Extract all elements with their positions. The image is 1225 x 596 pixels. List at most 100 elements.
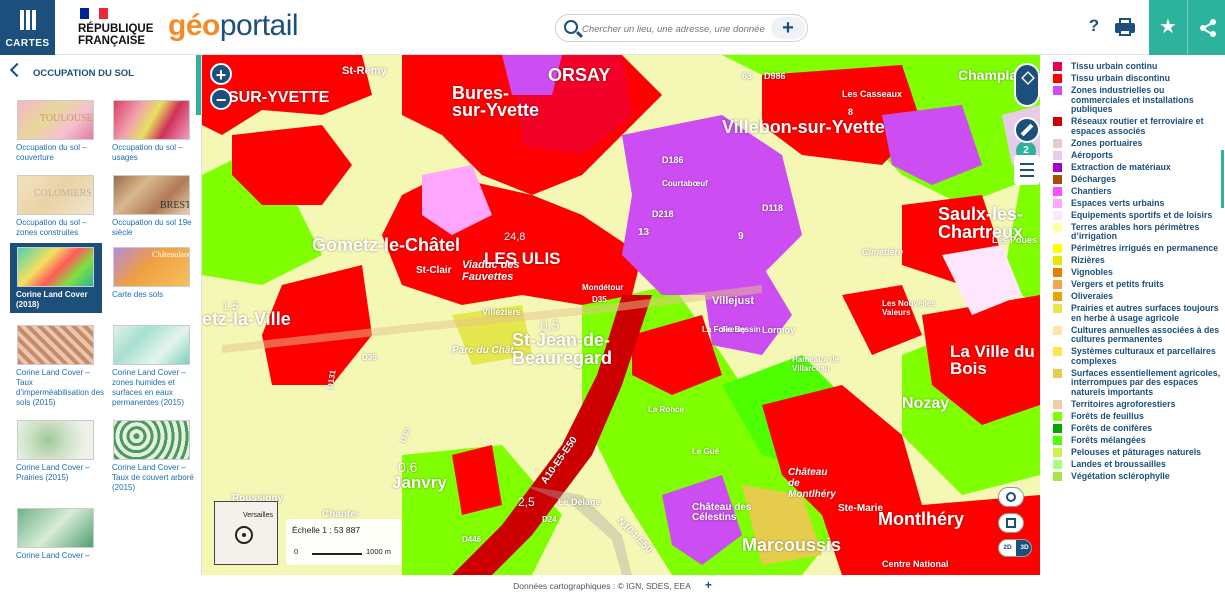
- legend-swatch: [1053, 174, 1062, 184]
- 2d-button[interactable]: 2D: [999, 540, 1016, 556]
- legend-label: Cultures annuelles associées à des cultu…: [1071, 324, 1220, 344]
- view-mode-toggle[interactable]: 2D 3D: [998, 539, 1032, 557]
- scale-distance: 1000 m: [366, 547, 392, 556]
- help-button[interactable]: ?: [1084, 16, 1104, 40]
- sidebar-header[interactable]: OCCUPATION DU SOL: [0, 55, 201, 93]
- thumb-corine-prairies[interactable]: Corine Land Cover – Prairies (2015): [14, 420, 106, 483]
- thumb-corine-impermeabilisation[interactable]: Corine Land Cover – Taux d’imperméabilis…: [14, 325, 106, 408]
- thumb-occupation-19e[interactable]: BREST Occupation du sol 19e siècle: [110, 175, 201, 238]
- attribution-text: Données cartographiques : © IGN, SDES, E…: [513, 581, 691, 591]
- republique-francaise-logo[interactable]: RÉPUBLIQUE FRANÇAISE: [78, 6, 158, 50]
- map-place-label: St-Clair: [416, 265, 452, 276]
- map-place-label: Villejust: [712, 295, 754, 307]
- map-place-label: Mondétour: [582, 283, 624, 292]
- legend-label: Décharges: [1071, 173, 1116, 184]
- 3d-button[interactable]: 3D: [1016, 540, 1031, 556]
- map-place-label: Château des Célestins: [692, 502, 752, 523]
- thumb-zones-construites[interactable]: COLOMIERS Occupation du sol – zones cons…: [14, 175, 106, 238]
- thumb-caption: Corine Land Cover – Taux de couvert arbo…: [112, 463, 194, 492]
- thumb-caption: Carte des sols: [112, 290, 164, 299]
- legend-item: Extraction de matériaux: [1052, 161, 1224, 173]
- menu-button[interactable]: CARTES: [0, 0, 55, 55]
- legend-item: Tissu urbain continu: [1052, 61, 1224, 72]
- legend-swatch: [1053, 210, 1062, 220]
- legend-swatch: [1053, 459, 1062, 469]
- map-road-number: D446: [462, 535, 482, 544]
- legend-item: Zones portuaires: [1052, 138, 1224, 149]
- legend-label: Aéroports: [1071, 149, 1114, 160]
- legend-label: Forêts de conifères: [1071, 422, 1153, 433]
- map-place-label: Parc du Chât.: [452, 345, 517, 356]
- legend-label: Réseaux routier et ferroviaire et espace…: [1071, 116, 1204, 136]
- map-place-label: La Ville du Bois: [950, 342, 1035, 378]
- thumb-occupation-couverture[interactable]: TOULOUSE Occupation du sol – couverture: [14, 100, 106, 163]
- wrench-icon: [1020, 123, 1034, 137]
- legend-item: Zones industrielles ou commerciales et i…: [1052, 85, 1224, 115]
- fullscreen-button[interactable]: [998, 513, 1024, 533]
- zoom-out-button[interactable]: −: [210, 88, 232, 110]
- legend-swatch: [1053, 292, 1062, 301]
- map-place-label: Château de Montlhéry: [788, 467, 836, 500]
- geoportail-logo[interactable]: géoportail: [168, 9, 299, 42]
- thumb-caption: Occupation du sol – usages: [112, 143, 183, 162]
- logo-accent: géo: [168, 9, 220, 42]
- map-road-number: D24: [542, 515, 557, 524]
- legend-swatch: [1053, 222, 1062, 232]
- search-bar[interactable]: +: [555, 14, 808, 42]
- legend-swatch: [1053, 347, 1062, 356]
- geolocate-button[interactable]: [998, 487, 1024, 507]
- map-place-label: Lormoy: [762, 325, 796, 335]
- menu-icon: [20, 10, 36, 30]
- thumb-corine-zones-humides[interactable]: Corine Land Cover – zones humides et sur…: [110, 325, 201, 408]
- scale-ratio: Échelle 1 : 53 887: [292, 525, 361, 535]
- back-arrow-icon[interactable]: [9, 62, 25, 78]
- expand-icon: [1006, 518, 1016, 528]
- scale-zero: 0: [294, 547, 299, 556]
- legend-item: Cultures annuelles associées à des cultu…: [1052, 324, 1224, 345]
- thumbnail-image: [17, 508, 94, 548]
- legend-item: Chantiers: [1052, 186, 1224, 197]
- overview-label: Versailles: [243, 512, 273, 519]
- map-road-number: D118: [762, 203, 784, 213]
- legend-scrollbar[interactable]: [1221, 150, 1224, 208]
- legend-item: Prairies et autres surfaces toujours en …: [1052, 303, 1224, 323]
- legend-swatch: [1053, 411, 1062, 421]
- thumb-corine-couvert-arbore[interactable]: Corine Land Cover – Taux de couvert arbo…: [110, 420, 201, 493]
- map-place-label: Villeziers: [482, 307, 521, 317]
- tools-button[interactable]: [1014, 117, 1040, 143]
- legend-item: Périmètres irrigués en permanence: [1052, 243, 1224, 254]
- legend-item: Réseaux routier et ferroviaire et espace…: [1052, 116, 1224, 136]
- map-road-number: D186: [662, 155, 684, 165]
- legend-label: Extraction de matériaux: [1071, 161, 1171, 172]
- thumb-caption: Corine Land Cover – Taux d’imperméabilis…: [16, 368, 105, 407]
- thumb-occupation-usages[interactable]: Occupation du sol – usages: [110, 100, 201, 163]
- layers-button[interactable]: [1014, 63, 1040, 107]
- print-button[interactable]: [1112, 14, 1140, 40]
- thumb-corine-2018[interactable]: Corine Land Cover (2018): [10, 243, 102, 313]
- overview-map[interactable]: Versailles: [214, 501, 278, 565]
- legend-item: Landes et broussailles: [1052, 459, 1224, 470]
- map-elevation-label: 0,5: [540, 317, 560, 333]
- thumb-corine-more[interactable]: Corine Land Cover –: [14, 508, 106, 561]
- zoom-in-button[interactable]: +: [210, 63, 232, 85]
- legend-label: Pelouses et pâturages naturels: [1071, 446, 1202, 457]
- advanced-search-button[interactable]: +: [771, 17, 805, 39]
- legend-item: Forêts mélangées: [1052, 435, 1224, 446]
- search-input[interactable]: [582, 20, 772, 38]
- thumb-caption: Corine Land Cover – zones humides et sur…: [112, 368, 186, 407]
- map-viewport[interactable]: St-Rémy Bures-sur-Yvette ORSAY Villebon-…: [202, 55, 1040, 575]
- legend-label: Forêts de feuillus: [1071, 410, 1144, 421]
- share-button[interactable]: [1187, 0, 1225, 55]
- attribution-more-button[interactable]: +: [705, 578, 712, 592]
- legend-label: Espaces verts urbains: [1071, 197, 1165, 208]
- thumbnail-image: COLOMIERS: [17, 175, 94, 215]
- legend-swatch: [1053, 86, 1062, 95]
- thumbnail-image: TOULOUSE: [17, 100, 94, 140]
- legend-swatch: [1053, 325, 1062, 335]
- favorites-button[interactable]: ★: [1149, 0, 1187, 55]
- legend-item: Systèmes culturaux et parcellaires compl…: [1052, 346, 1224, 366]
- thumb-carte-des-sols[interactable]: Châteaulaou Carte des sols: [110, 247, 201, 300]
- legend-toggle-button[interactable]: [1014, 155, 1040, 185]
- legend-label: Périmètres irrigués en permanence: [1071, 243, 1219, 253]
- map-place-label: Le Gué: [692, 447, 720, 456]
